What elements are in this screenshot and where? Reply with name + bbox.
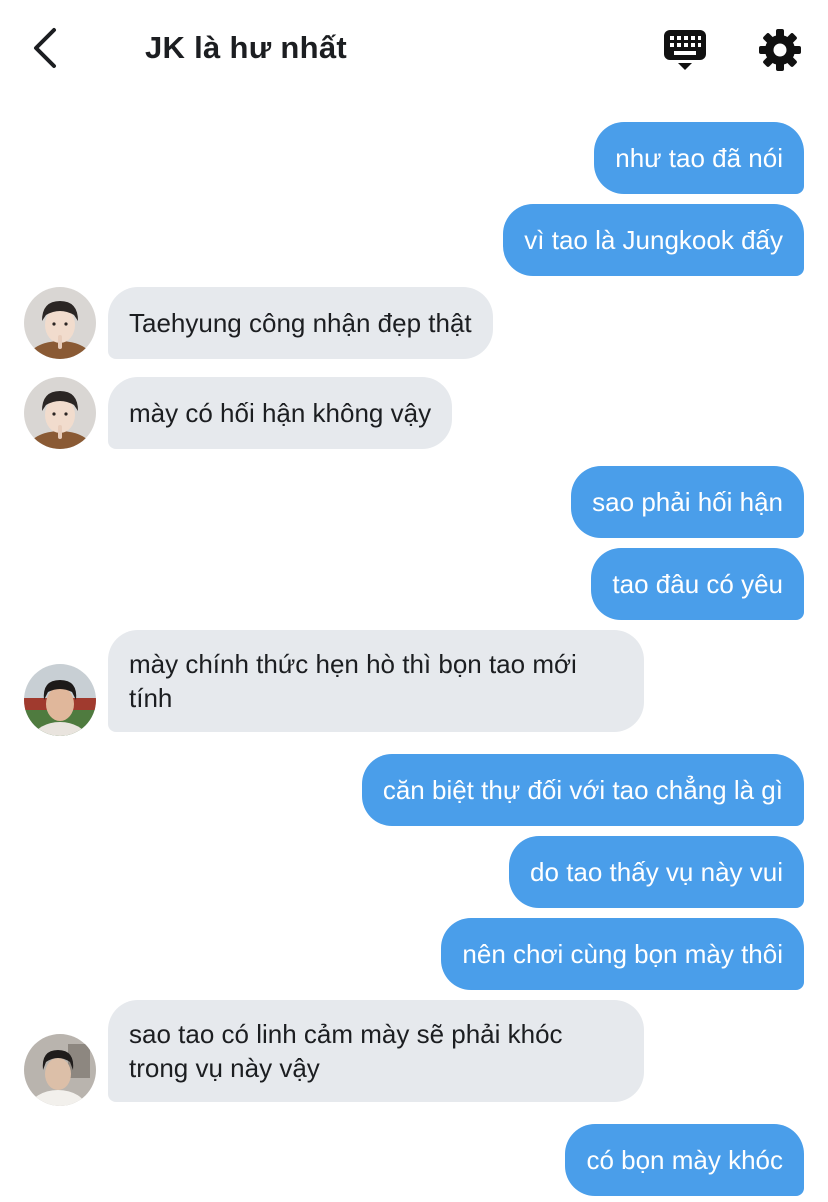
message-thread: như tao đã nói vì tao là Jungkook đấy Ta… [0,0,828,1202]
avatar-boy[interactable] [24,1034,96,1106]
outgoing-message[interactable]: căn biệt thự đối với tao chẳng là gì [361,754,804,826]
avatar-girl-photo [24,377,96,449]
outgoing-message[interactable]: như tao đã nói [594,122,804,194]
avatar-boy[interactable] [24,664,96,736]
incoming-message[interactable]: mày chính thức hẹn hò thì bọn tao mới tí… [108,630,644,732]
incoming-message[interactable]: sao tao có linh cảm mày sẽ phải khóc tro… [108,1000,644,1102]
outgoing-message[interactable]: nên chơi cùng bọn mày thôi [441,918,804,990]
incoming-message[interactable]: Taehyung công nhận đẹp thật [108,287,493,359]
outgoing-message[interactable]: sao phải hối hận [571,466,804,538]
avatar-girl[interactable] [24,287,96,359]
outgoing-message[interactable]: có bọn mày khóc [565,1124,804,1196]
outgoing-message[interactable]: tao đâu có yêu [591,548,804,620]
avatar-boy-photo [24,1034,96,1106]
incoming-message[interactable]: mày có hối hận không vậy [108,377,453,449]
outgoing-message[interactable]: vì tao là Jungkook đấy [503,204,804,276]
outgoing-message[interactable]: do tao thấy vụ này vui [509,836,804,908]
avatar-girl[interactable] [24,377,96,449]
avatar-girl-photo [24,287,96,359]
avatar-boy-photo [24,664,96,736]
